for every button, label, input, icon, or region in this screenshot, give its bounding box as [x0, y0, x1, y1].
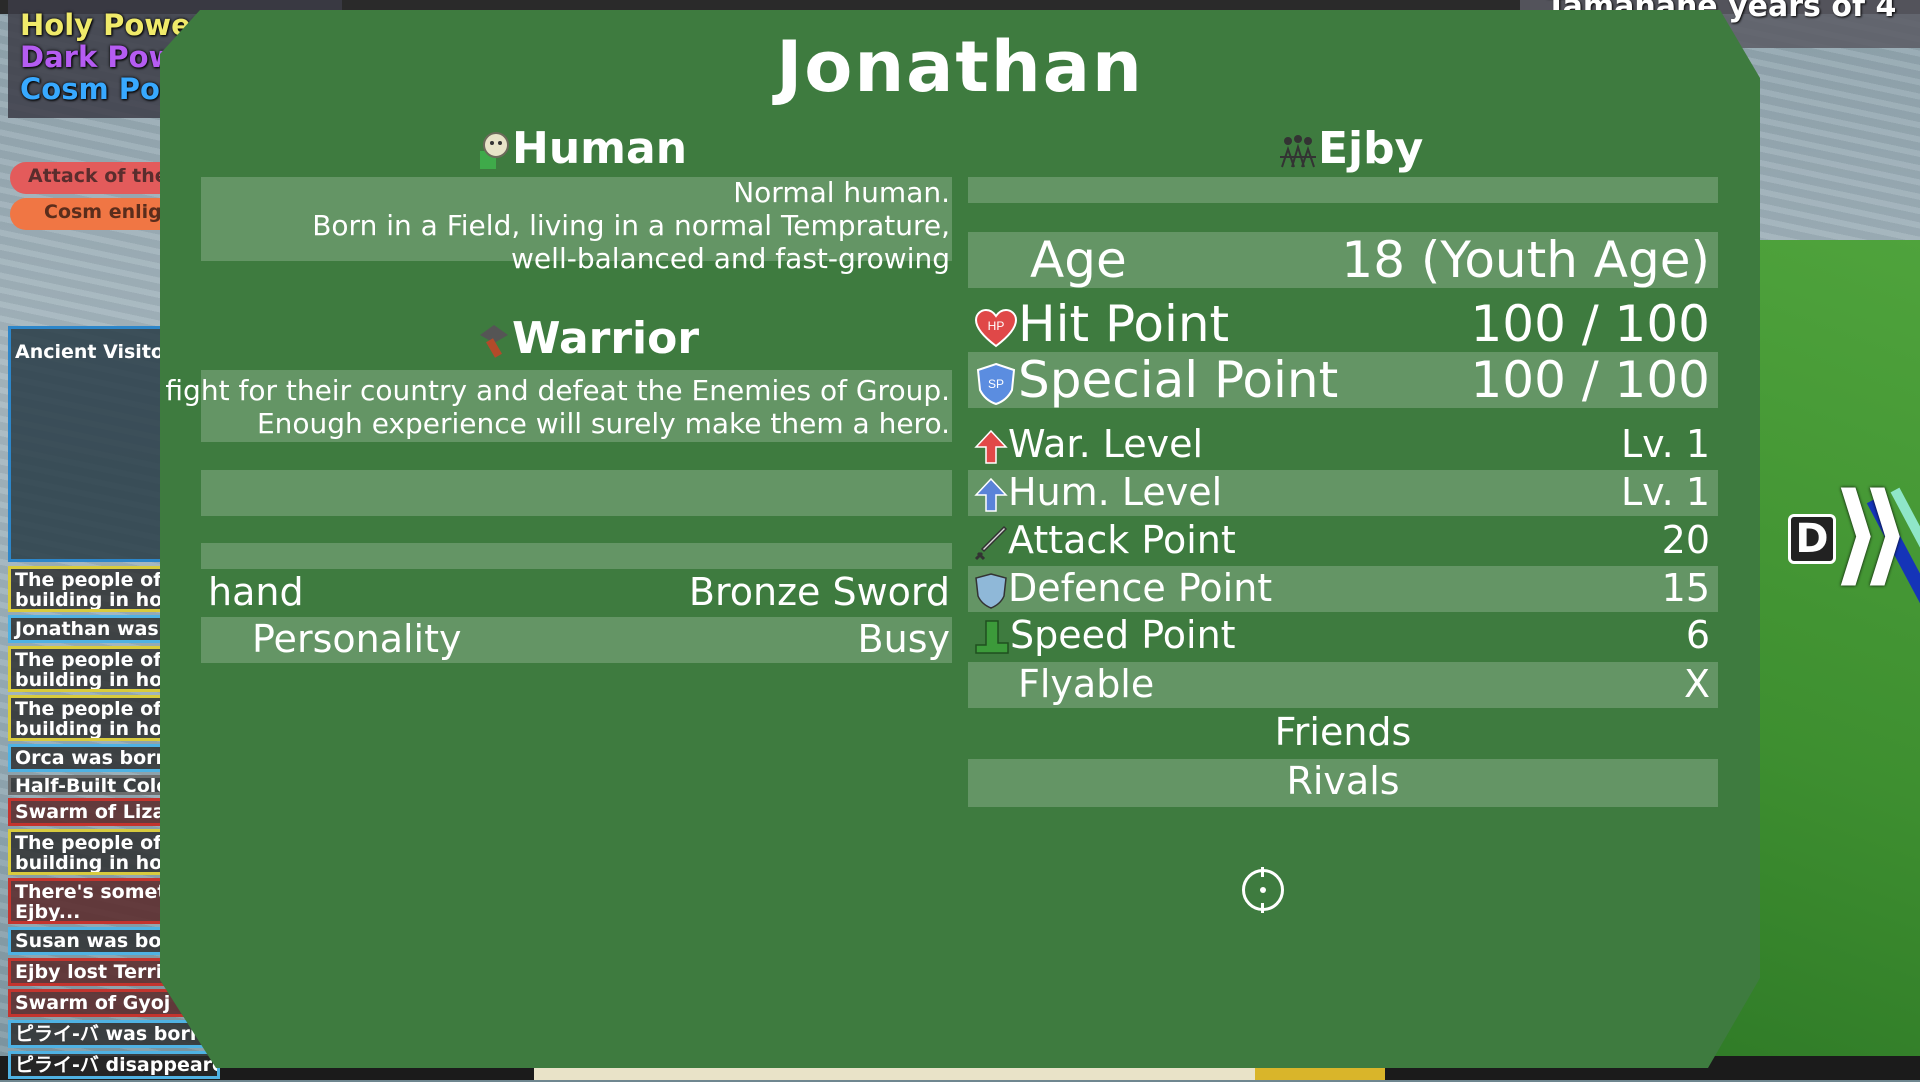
equipment-slot-label: hand: [208, 570, 304, 614]
job-description: They fight for their country and defeat …: [87, 374, 950, 440]
friends-label[interactable]: Friends: [968, 710, 1718, 754]
character-detail-card[interactable]: Jonathan Human Normal human. Born in a F…: [160, 10, 1760, 1068]
personality-value: Busy: [857, 617, 950, 661]
svg-text:SP: SP: [988, 377, 1004, 391]
group-heading: Ejby: [1278, 123, 1423, 175]
flyable-label: Flyable: [1018, 662, 1155, 706]
attack-point-value: 20: [1661, 518, 1710, 562]
svg-text:HP: HP: [988, 319, 1005, 333]
hit-point-label: HP Hit Point: [974, 296, 1229, 352]
log-item[interactable]: ピライ-バ disappeared: [8, 1051, 220, 1079]
age-value: 18 (Youth Age): [1341, 231, 1710, 289]
special-point-label: SP Special Point: [974, 352, 1338, 408]
age-label: Age: [1030, 231, 1127, 289]
war-level-value: Lv. 1: [1620, 422, 1710, 466]
character-name: Jonathan: [776, 26, 1144, 108]
empty-slot-row: [201, 470, 952, 516]
human-race-icon: [480, 132, 509, 169]
next-page-button[interactable]: D ⟫: [1786, 478, 1911, 598]
war-level-up-icon: [974, 429, 1008, 464]
job-heading: Warrior: [476, 313, 699, 365]
hum-level-label: Hum. Level: [974, 470, 1222, 514]
human-level-up-icon: [974, 477, 1008, 512]
hit-point-value: 100 / 100: [1470, 295, 1710, 353]
group-info-row: [968, 177, 1718, 203]
chevron-right-icon: ⟫: [1832, 469, 1912, 597]
equipment-item-value[interactable]: Bronze Sword: [689, 570, 950, 614]
empty-slot-row: [201, 543, 952, 569]
hum-level-value: Lv. 1: [1620, 470, 1710, 514]
race-heading: Human: [476, 123, 687, 175]
boot-icon: [975, 619, 1009, 654]
ancient-visitor-panel[interactable]: Ancient Visitor: [8, 326, 173, 562]
defence-point-label: Defence Point: [974, 566, 1272, 610]
sword-icon: [974, 525, 1008, 560]
visitor-panel-title: Ancient Visitor: [15, 341, 174, 363]
speed-point-label: Speed Point: [974, 613, 1236, 657]
race-description: Normal human. Born in a Field, living in…: [312, 176, 950, 275]
flyable-value: X: [1683, 662, 1710, 706]
heart-hp-icon: HP: [974, 308, 1018, 347]
shield-sp-icon: SP: [976, 362, 1016, 405]
mouse-crosshair-cursor: [1242, 867, 1284, 913]
key-d-icon: D: [1788, 514, 1836, 564]
shield-icon: [975, 572, 1007, 609]
group-people-icon: [1280, 135, 1316, 168]
speed-point-value: 6: [1685, 613, 1710, 657]
rivals-label[interactable]: Rivals: [968, 759, 1718, 803]
defence-point-value: 15: [1661, 566, 1710, 610]
attack-point-label: Attack Point: [974, 518, 1236, 562]
personality-label: Personality: [252, 617, 462, 661]
warrior-helmet-icon: [480, 325, 508, 358]
toolbar-plate-gold: [1255, 1068, 1385, 1080]
special-point-value: 100 / 100: [1470, 351, 1710, 409]
war-level-label: War. Level: [974, 422, 1203, 466]
